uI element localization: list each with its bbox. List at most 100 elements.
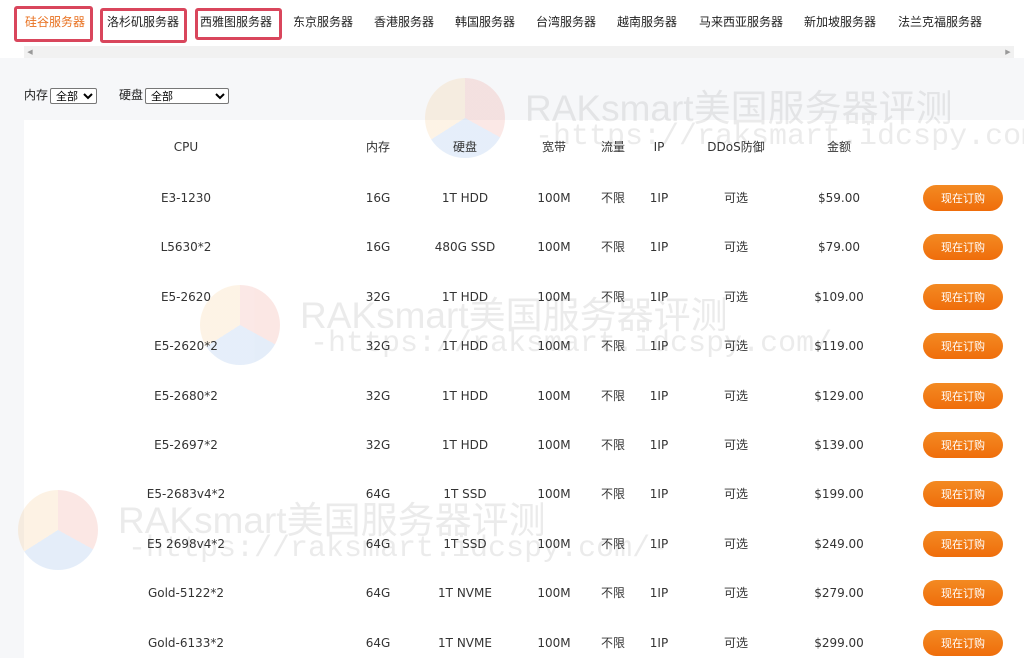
cell-memory: 16G (365, 240, 391, 254)
cell-memory: 64G (365, 537, 391, 551)
tab-tokyo[interactable]: 东京服务器 (293, 12, 353, 32)
tab-vietnam[interactable]: 越南服务器 (617, 12, 677, 32)
cell-ip: 1IP (649, 537, 669, 551)
cell-disk: 1T SSD (443, 487, 487, 501)
cell-memory: 32G (365, 339, 391, 353)
cell-memory: 16G (365, 191, 391, 205)
order-now-button[interactable]: 现在订购 (923, 333, 1003, 359)
cell-cpu: E5-2683v4*2 (146, 487, 226, 501)
order-now-button[interactable]: 现在订购 (923, 580, 1003, 606)
cell-price: $79.00 (818, 240, 860, 254)
cell-price: $139.00 (814, 438, 864, 452)
cell-bandwidth: 100M (537, 537, 571, 551)
tab-korea[interactable]: 韩国服务器 (455, 12, 515, 32)
cell-traffic: 不限 (600, 487, 626, 501)
cell-ddos: 可选 (723, 240, 749, 254)
cell-cpu: E5 2698v4*2 (147, 537, 225, 551)
cell-traffic: 不限 (600, 636, 626, 650)
cell-traffic: 不限 (600, 438, 626, 452)
cell-cpu: Gold-5122*2 (147, 586, 225, 600)
cell-traffic: 不限 (600, 240, 626, 254)
tabs-scrollbar[interactable]: ◀ ▶ (24, 46, 1014, 58)
header-traffic: 流量 (600, 140, 626, 154)
cell-memory: 32G (365, 290, 391, 304)
tab-singapore[interactable]: 新加坡服务器 (804, 12, 876, 32)
cell-bandwidth: 100M (537, 586, 571, 600)
cell-price: $279.00 (814, 586, 864, 600)
tab-seattle[interactable]: 西雅图服务器 (200, 12, 272, 32)
cell-ddos: 可选 (723, 537, 749, 551)
cell-bandwidth: 100M (537, 290, 571, 304)
order-now-button[interactable]: 现在订购 (923, 630, 1003, 656)
tab-malaysia[interactable]: 马来西亚服务器 (699, 12, 783, 32)
memory-filter: 内存 全部 (24, 86, 98, 104)
cell-ip: 1IP (649, 290, 669, 304)
cell-cpu: Gold-6133*2 (147, 636, 225, 650)
tab-hong-kong[interactable]: 香港服务器 (374, 12, 434, 32)
order-now-button[interactable]: 现在订购 (923, 531, 1003, 557)
cell-price: $299.00 (814, 636, 864, 650)
cell-ip: 1IP (649, 487, 669, 501)
cell-bandwidth: 100M (537, 191, 571, 205)
tab-taiwan[interactable]: 台湾服务器 (536, 12, 596, 32)
disk-filter: 硬盘 全部 (119, 86, 230, 104)
cell-ip: 1IP (649, 191, 669, 205)
header-disk: 硬盘 (452, 140, 478, 154)
cell-cpu: E5-2620*2 (154, 339, 218, 353)
tab-frankfurt[interactable]: 法兰克福服务器 (898, 12, 982, 32)
order-now-button[interactable]: 现在订购 (923, 383, 1003, 409)
cell-ddos: 可选 (723, 438, 749, 452)
cell-traffic: 不限 (600, 339, 626, 353)
cell-bandwidth: 100M (537, 487, 571, 501)
cell-disk: 1T HDD (441, 389, 489, 403)
cell-bandwidth: 100M (537, 389, 571, 403)
cell-ddos: 可选 (723, 339, 749, 353)
order-now-button[interactable]: 现在订购 (923, 234, 1003, 260)
cell-bandwidth: 100M (537, 240, 571, 254)
header-memory: 内存 (365, 140, 391, 154)
header-ddos: DDoS防御 (707, 140, 765, 154)
header-cpu: CPU (173, 140, 199, 154)
cell-bandwidth: 100M (537, 636, 571, 650)
cell-cpu: L5630*2 (160, 240, 212, 254)
cell-disk: 1T HDD (441, 339, 489, 353)
memory-filter-select[interactable]: 全部 (50, 87, 98, 104)
cell-disk: 1T SSD (443, 537, 487, 551)
cell-traffic: 不限 (600, 389, 626, 403)
scroll-left-arrow-icon[interactable]: ◀ (24, 46, 36, 58)
cell-price: $119.00 (814, 339, 864, 353)
cell-disk: 1T HDD (441, 438, 489, 452)
cell-memory: 64G (365, 487, 391, 501)
cell-ddos: 可选 (723, 636, 749, 650)
cell-disk: 1T HDD (441, 191, 489, 205)
cell-traffic: 不限 (600, 290, 626, 304)
cell-bandwidth: 100M (537, 438, 571, 452)
memory-filter-label: 内存 (24, 88, 49, 102)
cell-price: $249.00 (814, 537, 864, 551)
header-bandwidth: 宽带 (541, 140, 567, 154)
cell-price: $199.00 (814, 487, 864, 501)
cell-bandwidth: 100M (537, 339, 571, 353)
scroll-right-arrow-icon[interactable]: ▶ (1002, 46, 1014, 58)
order-now-button[interactable]: 现在订购 (923, 481, 1003, 507)
cell-ip: 1IP (649, 438, 669, 452)
cell-memory: 32G (365, 438, 391, 452)
cell-price: $59.00 (818, 191, 860, 205)
order-now-button[interactable]: 现在订购 (923, 432, 1003, 458)
tab-los-angeles[interactable]: 洛杉矶服务器 (107, 12, 179, 32)
order-now-button[interactable]: 现在订购 (923, 284, 1003, 310)
cell-ddos: 可选 (723, 290, 749, 304)
cell-cpu: E5-2680*2 (154, 389, 218, 403)
cell-ddos: 可选 (723, 191, 749, 205)
tab-silicon-valley[interactable]: 硅谷服务器 (25, 12, 85, 32)
cell-disk: 1T NVME (438, 636, 492, 650)
cell-price: $129.00 (814, 389, 864, 403)
cell-cpu: E5-2697*2 (154, 438, 218, 452)
cell-disk: 480G SSD (434, 240, 496, 254)
disk-filter-label: 硬盘 (119, 88, 144, 102)
disk-filter-select[interactable]: 全部 (145, 87, 230, 104)
server-location-tabs: 硅谷服务器 洛杉矶服务器 西雅图服务器 东京服务器 香港服务器 韩国服务器 台湾… (0, 0, 1024, 46)
order-now-button[interactable]: 现在订购 (923, 185, 1003, 211)
cell-traffic: 不限 (600, 191, 626, 205)
cell-ip: 1IP (649, 339, 669, 353)
